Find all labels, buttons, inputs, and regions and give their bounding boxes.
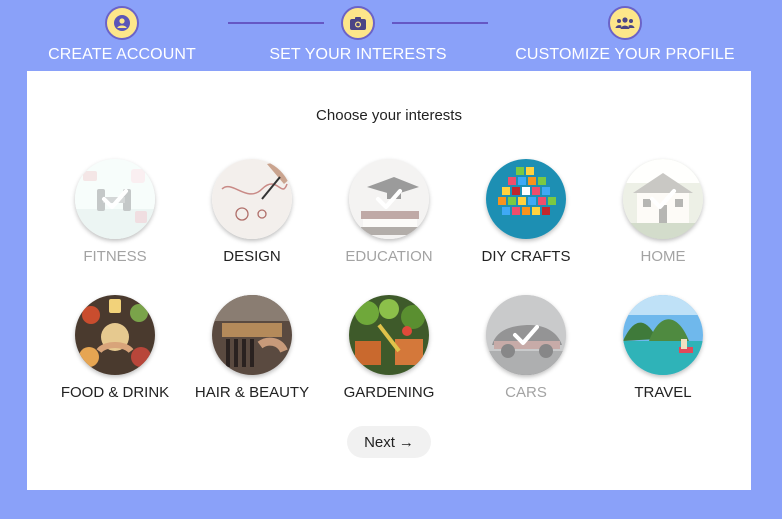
education-image	[349, 159, 429, 239]
interest-label: DIY CRAFTS	[481, 248, 571, 265]
interest-label: FITNESS	[83, 248, 147, 265]
home-image	[623, 159, 703, 239]
design-image	[212, 159, 292, 239]
camera-icon	[341, 6, 375, 40]
check-icon	[486, 295, 566, 375]
progress-stepper: CREATE ACCOUNT SET YOUR INTERESTS CUSTOM	[0, 0, 782, 70]
check-icon	[349, 159, 429, 239]
interest-education[interactable]: EDUCATION	[324, 159, 454, 265]
interest-cars[interactable]: CARS	[461, 295, 591, 401]
arrow-right-icon: →	[398, 433, 414, 451]
step-customize-profile: CUSTOMIZE YOUR PROFILE	[505, 6, 745, 64]
interest-label: GARDENING	[343, 384, 435, 401]
interest-design[interactable]: DESIGN	[187, 159, 317, 265]
step-create-account: CREATE ACCOUNT	[2, 6, 242, 64]
users-icon	[608, 6, 642, 40]
interest-label: CARS	[505, 384, 547, 401]
travel-image	[623, 295, 703, 375]
interest-label: HOME	[640, 248, 686, 265]
interest-label: HAIR & BEAUTY	[194, 384, 310, 401]
interest-label: TRAVEL	[634, 384, 692, 401]
gardening-image	[349, 295, 429, 375]
food-drink-image	[75, 295, 155, 375]
interest-home[interactable]: HOME	[598, 159, 728, 265]
step-label: CREATE ACCOUNT	[48, 46, 196, 63]
interest-fitness[interactable]: FITNESS	[50, 159, 180, 265]
step-label: CUSTOMIZE YOUR PROFILE	[515, 46, 735, 63]
hair-beauty-image	[212, 295, 292, 375]
interests-card: Choose your interests FITNESS DESIGN EDU…	[27, 71, 751, 490]
cars-image	[486, 295, 566, 375]
interest-food-drink[interactable]: FOOD & DRINK	[50, 295, 180, 401]
check-icon	[623, 159, 703, 239]
interest-label: DESIGN	[223, 248, 281, 265]
check-icon	[75, 159, 155, 239]
fitness-image	[75, 159, 155, 239]
step-set-interests: SET YOUR INTERESTS	[238, 6, 478, 64]
diy-crafts-image	[486, 159, 566, 239]
next-button-label: Next	[364, 433, 395, 451]
interest-travel[interactable]: TRAVEL	[598, 295, 728, 401]
interest-hair-beauty[interactable]: HAIR & BEAUTY	[187, 295, 317, 401]
user-icon	[105, 6, 139, 40]
next-button[interactable]: Next →	[347, 426, 431, 458]
step-label: SET YOUR INTERESTS	[269, 46, 447, 63]
interest-label: FOOD & DRINK	[60, 384, 170, 401]
interest-gardening[interactable]: GARDENING	[324, 295, 454, 401]
interest-diy-crafts[interactable]: DIY CRAFTS	[461, 159, 591, 265]
interest-label: EDUCATION	[345, 248, 433, 265]
